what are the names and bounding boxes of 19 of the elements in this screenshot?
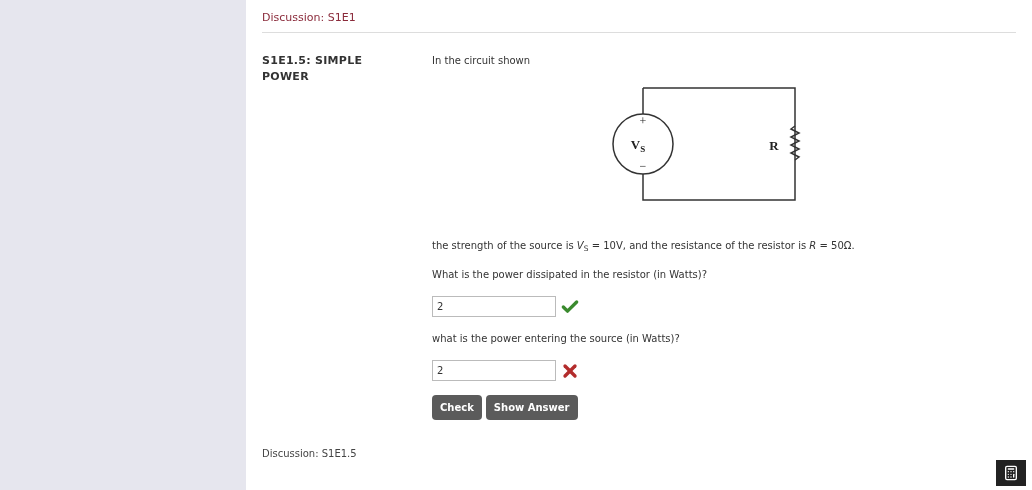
voltage-source: [612, 113, 674, 175]
check-button[interactable]: Check: [432, 395, 482, 420]
resistor-icon: [789, 125, 801, 161]
source-label: V$_{S}$: [630, 137, 646, 154]
plus-sign: +: [639, 114, 647, 128]
calculator-icon: [1003, 465, 1019, 481]
discussion-link[interactable]: Discussion: S1E1: [262, 11, 356, 24]
question-text: What is the power dissipated in the resistor (in Watts)?: [432, 268, 708, 282]
answer-field[interactable]: 2: [432, 296, 556, 317]
resistor-label: R: [769, 138, 779, 153]
show-answer-button[interactable]: Show Answer: [485, 395, 578, 420]
discussion-link[interactable]: Discussion: S1E1.5: [262, 448, 357, 459]
answer-field[interactable]: 2: [432, 360, 556, 381]
intro-text: In the circuit shown: [432, 54, 532, 68]
minus-sign: −: [639, 159, 647, 173]
problem-statement: the strength of the source is V$_{S}$ = 10V, and the resistance of the resistor is R = 50Ω.: [432, 239, 856, 253]
problem-title: S1E1.5: SIMPLE POWER: [262, 53, 364, 85]
question-text: what is the power entering the source (in Watts)?: [432, 332, 681, 346]
calculator-button[interactable]: [996, 460, 1026, 486]
